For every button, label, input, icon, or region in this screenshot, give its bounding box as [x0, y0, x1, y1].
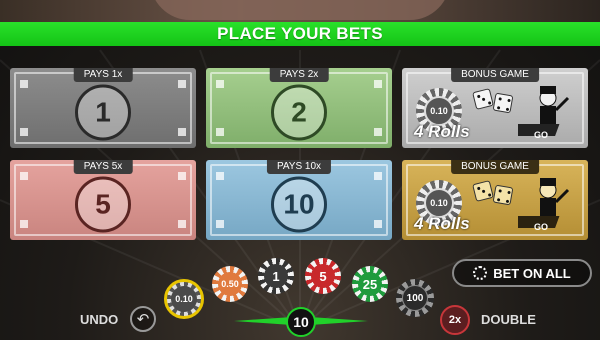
double-icon: 2x: [448, 314, 462, 326]
chip-5[interactable]: 5: [305, 258, 341, 294]
mascot-icon: [518, 178, 570, 228]
dice-icon: [492, 184, 514, 206]
bet-number: 2: [271, 84, 327, 141]
bet-spot-5[interactable]: PAYS 5x 5: [10, 160, 196, 240]
chip-25[interactable]: 25: [352, 266, 388, 302]
chip-0-50[interactable]: 0.50: [212, 266, 248, 302]
chip-0-10[interactable]: 0.10: [164, 279, 204, 319]
chip-1[interactable]: 1: [258, 258, 294, 294]
chip-icon: [473, 266, 488, 280]
bet-number: 5: [75, 176, 131, 233]
double-button[interactable]: 2x: [440, 305, 470, 335]
bet-spot-2[interactable]: PAYS 2x 2: [206, 68, 392, 148]
dice-icon: [492, 92, 514, 114]
bet-number: 10: [271, 176, 327, 233]
banner-title: PLACE YOUR BETS: [217, 24, 383, 43]
bonus-label: 4 Rolls: [414, 214, 470, 233]
payout-tab: PAYS 5x: [73, 160, 133, 174]
payout-tab: PAYS 2x: [269, 68, 329, 82]
dealer-area: [0, 0, 600, 22]
bet-spot-10[interactable]: PAYS 10x 10: [206, 160, 392, 240]
bet-on-all-label: BET ON ALL: [493, 265, 571, 281]
bet-on-all-button[interactable]: BET ON ALL: [452, 259, 592, 287]
double-label: DOUBLE: [481, 312, 536, 327]
bonus-label: 4 Rolls: [414, 122, 470, 141]
go-label: GO: [533, 130, 548, 140]
undo-icon: ↶: [136, 311, 150, 328]
payout-tab: PAYS 10x: [266, 160, 332, 174]
bonus-spot-4-rolls-gold[interactable]: BONUS GAME 0.10 4 Rolls GO: [402, 160, 588, 240]
payout-tab: PAYS 1x: [73, 68, 133, 82]
bet-spot-1[interactable]: PAYS 1x 1: [10, 68, 196, 148]
bonus-spot-4-rolls-silver[interactable]: BONUS GAME 0.10 4 Rolls GO: [402, 68, 588, 148]
go-label: GO: [533, 222, 548, 232]
bonus-tab: BONUS GAME: [451, 160, 539, 174]
place-bets-banner: PLACE YOUR BETS: [0, 22, 600, 46]
bet-number: 1: [75, 84, 131, 141]
mascot-icon: [518, 86, 570, 136]
undo-label: UNDO: [80, 312, 119, 327]
bonus-tab: BONUS GAME: [451, 68, 539, 82]
undo-button[interactable]: ↶: [130, 306, 156, 332]
chip-100[interactable]: 100: [396, 279, 434, 317]
total-bet-display: 10: [286, 307, 316, 337]
